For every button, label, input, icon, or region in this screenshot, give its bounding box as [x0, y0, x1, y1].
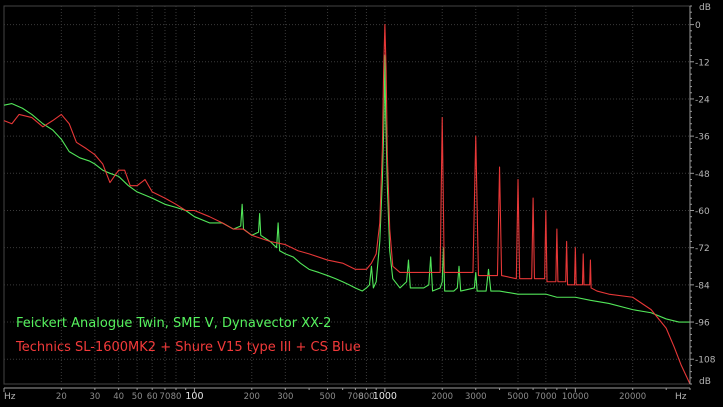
- x-tick-label: 60: [147, 392, 158, 402]
- x-tick-label: 40: [113, 392, 124, 402]
- y-tick-label: -84: [695, 281, 710, 291]
- x-tick-label: 50: [132, 392, 143, 402]
- x-tick-label: 3000: [465, 392, 487, 402]
- y-tick-label: -24: [695, 95, 710, 105]
- x-tick-label: 500: [319, 392, 335, 402]
- x-tick-label: 100: [185, 391, 203, 402]
- spectrum-chart: 0 -12 -24 -36 -48 -60 -72 -84 -96 -108 20 30 40 50 60 7…: [0, 0, 723, 403]
- y-tick-label: -96: [695, 319, 710, 329]
- y-unit-bottom: dB: [699, 377, 711, 387]
- y-tick-label: -12: [695, 58, 710, 68]
- legend-entry-green: Feickert Analogue Twin, SME V, Dynavecto…: [16, 316, 331, 331]
- y-tick-label: 0: [695, 21, 701, 31]
- x-tick-label: 20: [56, 392, 67, 402]
- y-tick-label: -36: [695, 133, 710, 143]
- x-tick-label: 10000: [562, 392, 589, 402]
- y-tick-label: -60: [695, 207, 710, 217]
- y-tick-label: -72: [695, 244, 710, 254]
- x-tick-label: 20000: [619, 392, 646, 402]
- legend-entry-red: Technics SL-1600MK2 + Shure V15 type III…: [15, 340, 361, 355]
- x-tick-label: 5000: [507, 392, 529, 402]
- x-tick-label: 2000: [431, 392, 453, 402]
- y-tick-label: -48: [695, 170, 710, 180]
- x-tick-label: 200: [244, 392, 260, 402]
- x-tick-label: 1000: [373, 391, 397, 402]
- x-tick-label: 30: [89, 392, 100, 402]
- x-tick-label: 80: [171, 392, 182, 402]
- x-tick-label: 7000: [535, 392, 557, 402]
- x-tick-label: 300: [277, 392, 293, 402]
- x-unit-left: Hz: [4, 392, 16, 402]
- y-unit-top: dB: [699, 3, 711, 13]
- y-tick-label: -108: [695, 356, 716, 366]
- spectrum-chart-svg: 0-12-24-36-48-60-72-84-96-10820 30 40 50 60 7…: [0, 0, 723, 403]
- x-unit-right: Hz: [675, 392, 687, 402]
- x-tick-label: 70: [160, 392, 171, 402]
